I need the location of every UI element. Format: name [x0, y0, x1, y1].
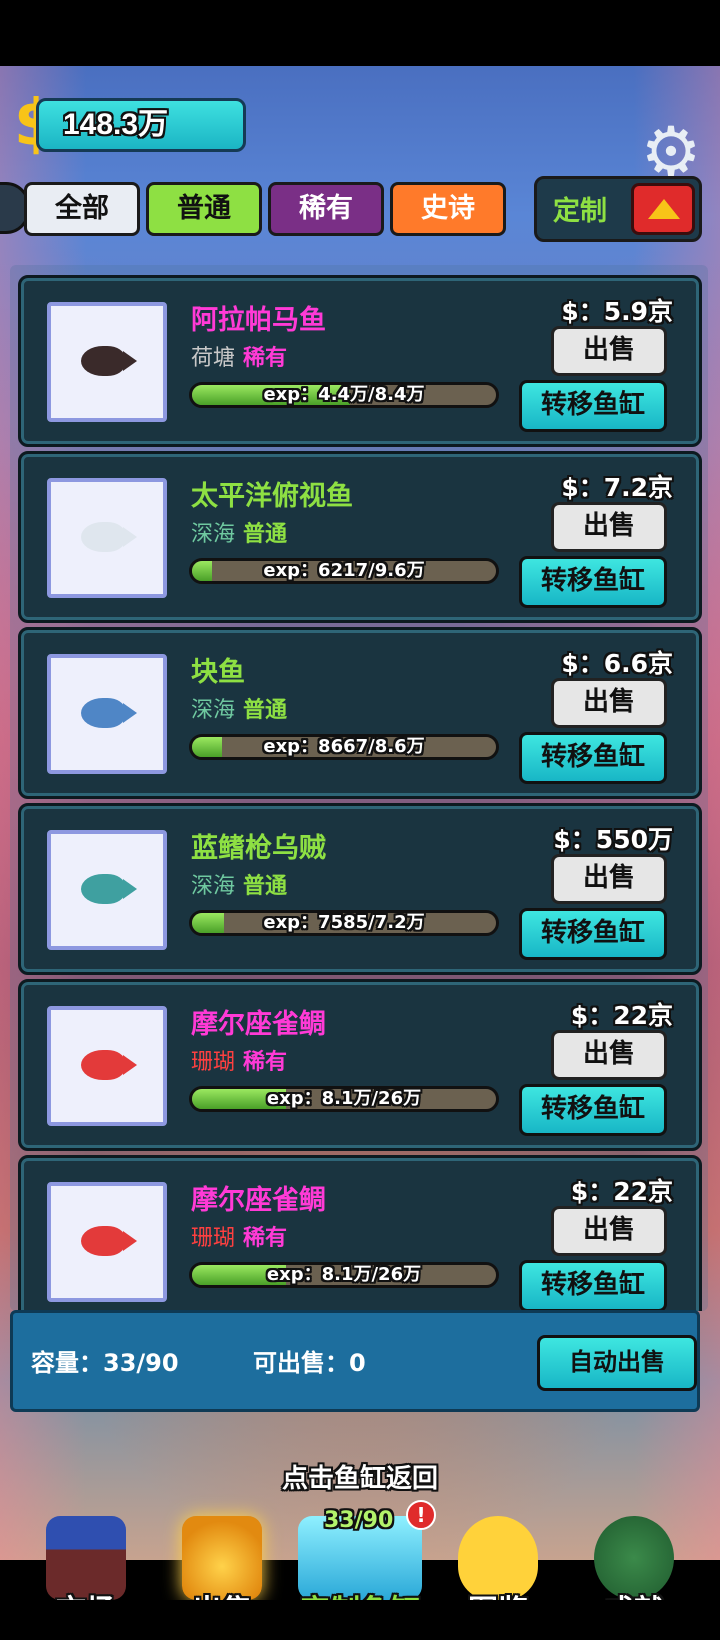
fish-rarity: 稀有	[243, 1226, 288, 1251]
fish-thumbnail[interactable]	[47, 1182, 167, 1302]
exp-text: exp：4.4万/8.4万	[263, 384, 425, 405]
fish-habitat: 珊瑚	[191, 1226, 236, 1251]
exp-bar: exp：8.1万/26万	[189, 1262, 499, 1288]
collapse-arrow-icon[interactable]	[631, 183, 695, 235]
move-tank-button[interactable]: 转移鱼缸	[519, 908, 667, 960]
exp-bar: exp：8.1万/26万	[189, 1086, 499, 1112]
status-bar	[0, 0, 720, 66]
move-tank-button[interactable]: 转移鱼缸	[519, 380, 667, 432]
fish-rarity: 普通	[243, 522, 288, 547]
fish-price: $：550万	[553, 825, 673, 854]
fish-icon	[81, 874, 137, 904]
fish-card: 摩尔座雀鲷 珊瑚 稀有 exp：8.1万/26万 $：22京 出售 转移鱼缸	[18, 1155, 702, 1311]
move-tank-button[interactable]: 转移鱼缸	[519, 556, 667, 608]
filter-common-button[interactable]: 普通	[146, 182, 262, 236]
exp-text: exp：7585/7.2万	[263, 912, 425, 933]
custom-filter-label: 定制	[553, 196, 607, 227]
sellable-text: 可出售：0	[253, 1349, 366, 1377]
fish-rarity: 普通	[243, 874, 288, 899]
tank-info-bar: 容量：33/90 可出售：0 自动出售	[10, 1310, 700, 1412]
fish-name: 蓝鳍枪乌贼	[191, 833, 326, 864]
fish-name: 摩尔座雀鲷	[191, 1009, 326, 1040]
move-tank-button[interactable]: 转移鱼缸	[519, 1084, 667, 1136]
sell-button[interactable]: 出售	[551, 326, 667, 376]
exp-bar: exp：6217/9.6万	[189, 558, 499, 584]
fish-habitat: 深海	[191, 874, 236, 899]
move-tank-button[interactable]: 转移鱼缸	[519, 732, 667, 784]
filter-all-button[interactable]: 全部	[24, 182, 140, 236]
exp-bar: exp：8667/8.6万	[189, 734, 499, 760]
fish-name: 块鱼	[191, 657, 245, 688]
fish-card: 太平洋俯视鱼 深海 普通 exp：6217/9.6万 $：7.2京 出售 转移鱼…	[18, 451, 702, 623]
fish-habitat: 深海	[191, 522, 236, 547]
sell-button[interactable]: 出售	[551, 1030, 667, 1080]
fish-price: $：22京	[570, 1001, 673, 1030]
filter-epic-button[interactable]: 史诗	[390, 182, 506, 236]
fish-thumbnail[interactable]	[47, 302, 167, 422]
exp-text: exp：8667/8.6万	[263, 736, 425, 757]
fish-rarity: 稀有	[243, 1050, 288, 1075]
fish-icon	[81, 1050, 137, 1080]
fish-name: 摩尔座雀鲷	[191, 1185, 326, 1216]
tap-tank-hint[interactable]: 点击鱼缸返回	[0, 1458, 720, 1495]
fish-thumbnail[interactable]	[47, 1006, 167, 1126]
fish-thumbnail[interactable]	[47, 478, 167, 598]
custom-filter[interactable]: 定制	[534, 176, 702, 242]
fish-rarity: 稀有	[243, 346, 288, 371]
exp-text: exp：8.1万/26万	[266, 1088, 422, 1109]
exp-bar: exp：4.4万/8.4万	[189, 382, 499, 408]
fish-habitat: 珊瑚	[191, 1050, 236, 1075]
sell-button[interactable]: 出售	[551, 1206, 667, 1256]
exp-text: exp：6217/9.6万	[263, 560, 425, 581]
filter-rare-button[interactable]: 稀有	[268, 182, 384, 236]
fish-price: $：6.6京	[561, 649, 673, 678]
sell-button[interactable]: 出售	[551, 678, 667, 728]
fish-name: 太平洋俯视鱼	[191, 481, 353, 512]
fish-card: 阿拉帕马鱼 荷塘 稀有 exp：4.4万/8.4万 $：5.9京 出售 转移鱼缸	[18, 275, 702, 447]
fish-habitat: 深海	[191, 698, 236, 723]
fish-list[interactable]: 阿拉帕马鱼 荷塘 稀有 exp：4.4万/8.4万 $：5.9京 出售 转移鱼缸…	[10, 265, 708, 1311]
capacity-text: 容量：33/90	[31, 1349, 179, 1377]
money-counter: 148.3万	[36, 98, 246, 152]
fish-icon	[81, 698, 137, 728]
fish-thumbnail[interactable]	[47, 654, 167, 774]
fish-icon	[81, 346, 137, 376]
fish-price: $：22京	[570, 1177, 673, 1206]
fish-price: $：5.9京	[561, 297, 673, 326]
fish-icon	[81, 1226, 137, 1256]
alert-icon: !	[406, 1500, 436, 1530]
fish-card: 摩尔座雀鲷 珊瑚 稀有 exp：8.1万/26万 $：22京 出售 转移鱼缸	[18, 979, 702, 1151]
sell-button[interactable]: 出售	[551, 854, 667, 904]
fish-card: 蓝鳍枪乌贼 深海 普通 exp：7585/7.2万 $：550万 出售 转移鱼缸	[18, 803, 702, 975]
fish-rarity: 普通	[243, 698, 288, 723]
move-tank-button[interactable]: 转移鱼缸	[519, 1260, 667, 1311]
sell-button[interactable]: 出售	[551, 502, 667, 552]
exp-text: exp：8.1万/26万	[266, 1264, 422, 1285]
exp-bar: exp：7585/7.2万	[189, 910, 499, 936]
home-bar	[0, 1600, 720, 1640]
fish-name: 阿拉帕马鱼	[191, 305, 326, 336]
fish-habitat: 荷塘	[191, 346, 236, 371]
auto-sell-button[interactable]: 自动出售	[537, 1335, 697, 1391]
fish-icon	[81, 522, 137, 552]
fish-price: $：7.2京	[561, 473, 673, 502]
fish-thumbnail[interactable]	[47, 830, 167, 950]
tank-count-badge: 33/90	[324, 1508, 394, 1533]
fish-card: 块鱼 深海 普通 exp：8667/8.6万 $：6.6京 出售 转移鱼缸	[18, 627, 702, 799]
